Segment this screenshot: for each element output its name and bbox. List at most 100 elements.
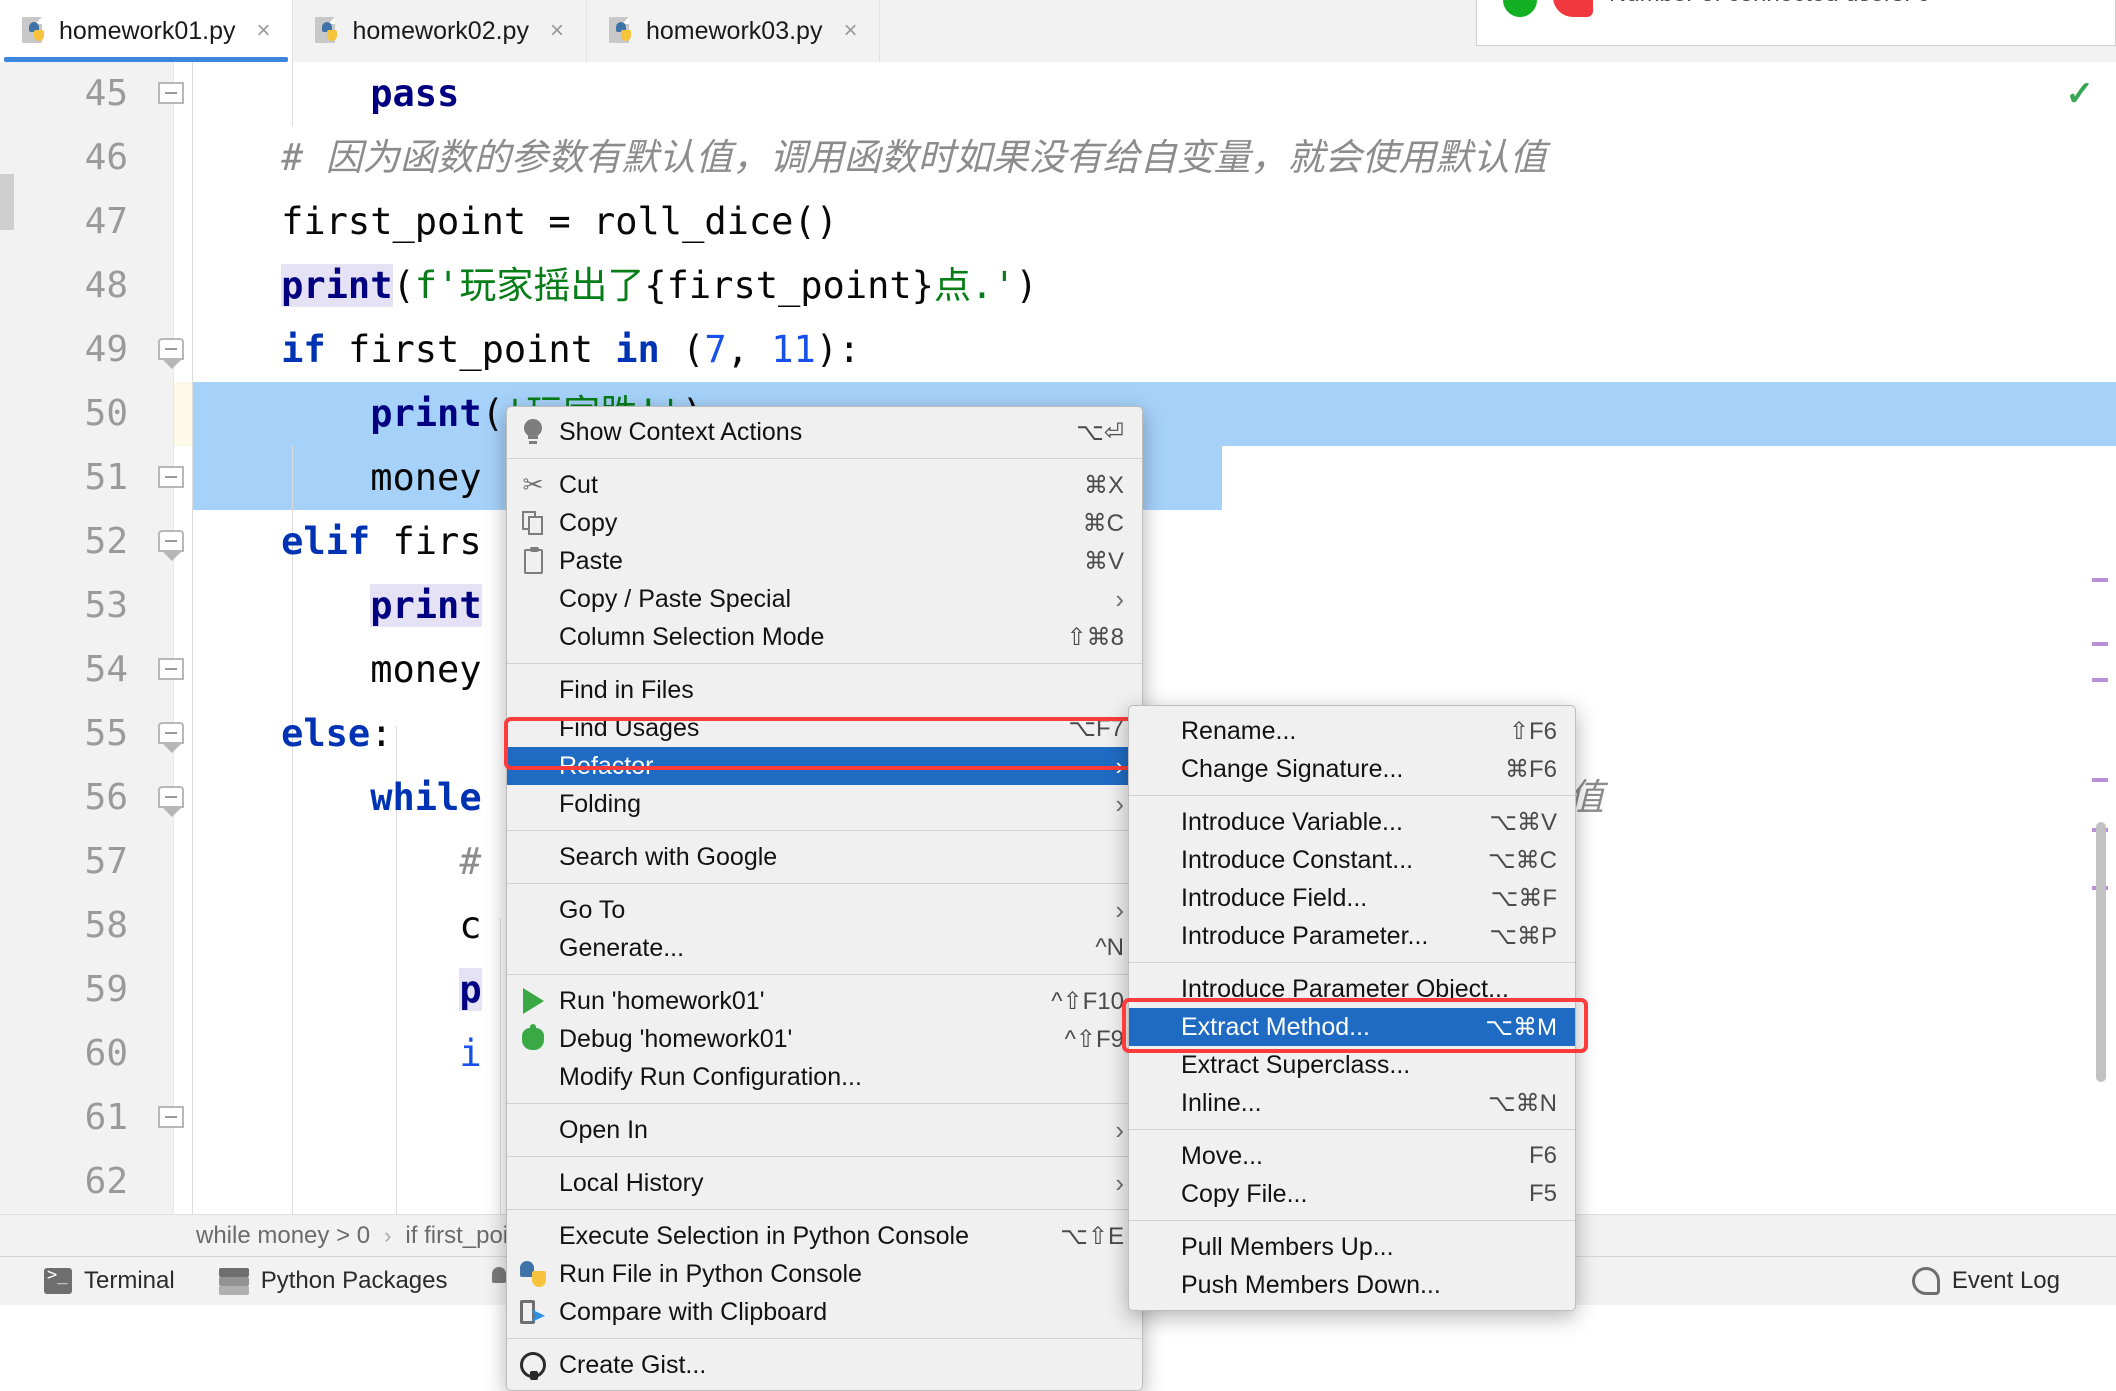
menu-item-label: Find in Files — [559, 675, 694, 704]
code-line-47[interactable]: first_point = roll_dice() — [192, 190, 2116, 254]
menu-item-shortcut: ⌘X — [1083, 471, 1124, 499]
menu-item-copy[interactable]: Copy ⌘C — [507, 504, 1142, 542]
submenu-item-copy-file[interactable]: Copy File... F5 — [1129, 1175, 1575, 1213]
menu-separator — [507, 458, 1142, 459]
menu-item-local-history[interactable]: Local History › — [507, 1164, 1142, 1202]
code-line-52[interactable]: elif firs — [192, 510, 2116, 574]
menu-item-copy-paste-special[interactable]: Copy / Paste Special › — [507, 580, 1142, 618]
menu-item-column-selection-mode[interactable]: Column Selection Mode ⇧⌘8 — [507, 618, 1142, 656]
submenu-item-rename[interactable]: Rename... ⇧F6 — [1129, 712, 1575, 750]
code-line-50[interactable]: print('玩家胜!') — [192, 382, 2116, 446]
code-line-48[interactable]: print(f'玩家摇出了{first_point}点.') — [192, 254, 2116, 318]
submenu-item-push-members-down[interactable]: Push Members Down... — [1129, 1266, 1575, 1304]
menu-item-shortcut: ⌘C — [1082, 509, 1124, 537]
submenu-item-change-signature[interactable]: Change Signature... ⌘F6 — [1129, 750, 1575, 788]
menu-item-label: Execute Selection in Python Console — [559, 1221, 969, 1250]
menu-item-shortcut: ⌥⏎ — [1076, 418, 1124, 446]
python-file-icon — [315, 17, 341, 45]
tab-homework03[interactable]: homework03.py × — [587, 0, 881, 62]
menu-separator — [507, 663, 1142, 664]
menu-item-label: Compare with Clipboard — [559, 1297, 828, 1326]
submenu-item-inline[interactable]: Inline... ⌥⌘N — [1129, 1084, 1575, 1122]
menu-item-debug-homework01[interactable]: Debug 'homework01' ^⇧F9 — [507, 1020, 1142, 1058]
terminal-icon — [44, 1265, 72, 1294]
refactor-submenu[interactable]: Rename... ⇧F6 Change Signature... ⌘F6 In… — [1128, 705, 1576, 1311]
submenu-item-move[interactable]: Move... F6 — [1129, 1137, 1575, 1175]
menu-item-open-in[interactable]: Open In › — [507, 1111, 1142, 1149]
menu-separator — [507, 974, 1142, 975]
menu-item-generate[interactable]: Generate... ^N — [507, 929, 1142, 967]
menu-item-folding[interactable]: Folding › — [507, 785, 1142, 823]
menu-item-run-homework01[interactable]: Run 'homework01' ^⇧F10 — [507, 982, 1142, 1020]
tab-homework01[interactable]: homework01.py × — [0, 0, 294, 62]
menu-item-paste[interactable]: Paste ⌘V — [507, 542, 1142, 580]
submenu-item-extract-method[interactable]: Extract Method... ⌥⌘M — [1129, 1008, 1575, 1046]
editor-context-menu[interactable]: Show Context Actions ⌥⏎ ✂ Cut ⌘X Copy ⌘C… — [506, 406, 1143, 1391]
statusbar-terminal[interactable]: Terminal — [44, 1265, 175, 1295]
menu-item-find-usages[interactable]: Find Usages ⌥F7 — [507, 709, 1142, 747]
menu-item-label: Extract Method... — [1181, 1012, 1370, 1041]
chevron-right-icon: › — [1115, 751, 1124, 781]
menu-item-shortcut: ⌘F6 — [1504, 755, 1557, 783]
menu-item-label: Open In — [559, 1115, 648, 1144]
close-icon[interactable]: × — [839, 19, 861, 43]
menu-item-label: Cut — [559, 470, 598, 499]
close-icon[interactable]: × — [252, 19, 274, 43]
menu-separator — [507, 1209, 1142, 1210]
menu-item-go-to[interactable]: Go To › — [507, 891, 1142, 929]
menu-item-shortcut: ⌥⌘V — [1489, 808, 1557, 836]
submenu-item-introduce-variable[interactable]: Introduce Variable... ⌥⌘V — [1129, 803, 1575, 841]
menu-item-show-context-actions[interactable]: Show Context Actions ⌥⏎ — [507, 413, 1142, 451]
python-icon — [507, 1261, 559, 1287]
close-icon[interactable]: × — [546, 19, 568, 43]
submenu-item-introduce-constant[interactable]: Introduce Constant... ⌥⌘C — [1129, 841, 1575, 879]
submenu-item-extract-superclass[interactable]: Extract Superclass... — [1129, 1046, 1575, 1084]
menu-item-label: Generate... — [559, 933, 685, 962]
python-file-icon — [608, 17, 635, 45]
menu-item-modify-run-configuration[interactable]: Modify Run Configuration... — [507, 1058, 1142, 1096]
menu-item-search-with-google[interactable]: Search with Google — [507, 838, 1142, 876]
menu-item-create-gist[interactable]: Create Gist... — [507, 1346, 1142, 1384]
menu-item-label: Refactor — [559, 751, 654, 780]
menu-item-label: Debug 'homework01' — [559, 1024, 793, 1053]
scrollbar-error-stripe[interactable] — [2090, 62, 2110, 1214]
submenu-item-introduce-field[interactable]: Introduce Field... ⌥⌘F — [1129, 879, 1575, 917]
menu-item-shortcut: F5 — [1528, 1180, 1557, 1207]
menu-item-label: Copy — [559, 508, 618, 537]
menu-item-find-in-files[interactable]: Find in Files — [507, 671, 1142, 709]
menu-item-run-file-in-python-console[interactable]: Run File in Python Console — [507, 1255, 1142, 1293]
statusbar-python-packages[interactable]: Python Packages — [218, 1267, 448, 1295]
code-line-54[interactable]: money — [192, 638, 2116, 702]
tab-homework02[interactable]: homework02.py × — [293, 0, 587, 62]
menu-item-label: Push Members Down... — [1181, 1270, 1441, 1299]
menu-separator — [507, 830, 1142, 831]
menu-item-execute-selection-in-python-console[interactable]: Execute Selection in Python Console ⌥⇧E — [507, 1217, 1142, 1255]
chevron-right-icon: › — [1115, 789, 1124, 819]
code-line-49[interactable]: if first_point in (7, 11): — [192, 318, 2116, 382]
menu-item-shortcut: ⇧⌘8 — [1066, 623, 1124, 651]
menu-item-shortcut: ⌘V — [1083, 547, 1124, 575]
menu-separator — [1129, 1220, 1575, 1221]
menu-item-cut[interactable]: ✂ Cut ⌘X — [507, 466, 1142, 504]
breadcrumb-item-1[interactable]: if first_poi — [405, 1222, 508, 1250]
menu-separator — [1129, 1129, 1575, 1130]
code-line-46[interactable]: # 因为函数的参数有默认值，调用函数时如果没有给自变量，就会使用默认值 — [192, 126, 2116, 190]
statusbar-event-log[interactable]: Event Log — [1911, 1267, 2060, 1295]
menu-item-shortcut: ⌥⇧E — [1060, 1222, 1124, 1250]
breadcrumb-item-0[interactable]: while money > 0 — [196, 1222, 370, 1250]
submenu-item-introduce-parameter[interactable]: Introduce Parameter... ⌥⌘P — [1129, 917, 1575, 955]
code-line-51[interactable]: money — [192, 446, 2116, 510]
menu-item-refactor[interactable]: Refactor › — [507, 747, 1142, 785]
code-line-53[interactable]: print — [192, 574, 2116, 638]
menu-item-shortcut: ^⇧F9 — [1064, 1025, 1124, 1053]
chevron-right-icon: › — [1115, 1115, 1124, 1145]
submenu-item-introduce-parameter-object[interactable]: Introduce Parameter Object... — [1129, 970, 1575, 1008]
connected-users-overlay: Number of connected users: 0 — [1476, 0, 2116, 46]
menu-item-shortcut: F6 — [1528, 1142, 1557, 1169]
menu-item-compare-with-clipboard[interactable]: ➤ Compare with Clipboard — [507, 1293, 1142, 1331]
menu-item-label: Search with Google — [559, 842, 778, 871]
code-line-45[interactable]: pass — [192, 62, 2116, 126]
editor-scrollbar-thumb[interactable] — [2096, 822, 2106, 1082]
tab-label: homework03.py — [645, 16, 823, 45]
submenu-item-pull-members-up[interactable]: Pull Members Up... — [1129, 1228, 1575, 1266]
